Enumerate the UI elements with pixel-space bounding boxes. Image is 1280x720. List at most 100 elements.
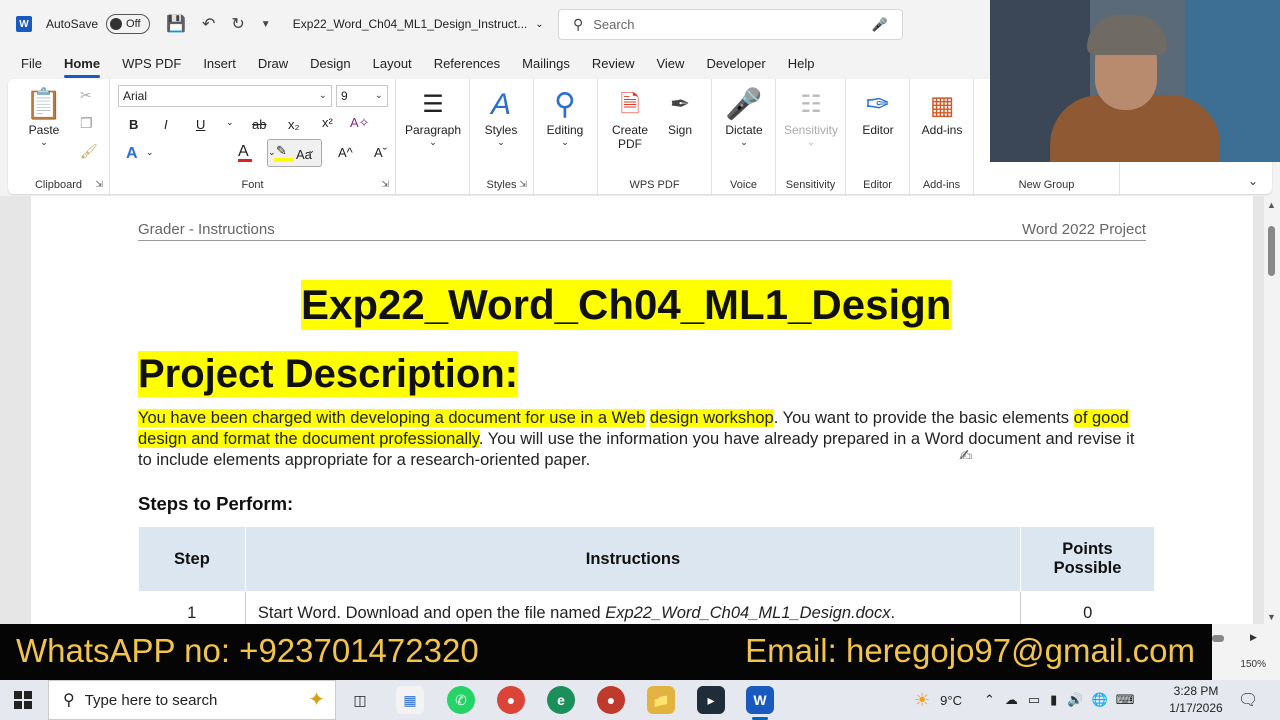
- search-box[interactable]: ⚲ Search 🎤: [558, 9, 903, 40]
- create-pdf-button[interactable]: 🗎 Create PDF: [606, 87, 654, 151]
- tab-home[interactable]: Home: [53, 56, 111, 78]
- collapse-ribbon-icon[interactable]: ⌄: [1248, 174, 1258, 188]
- text-effects-icon[interactable]: A: [126, 145, 138, 163]
- project-description-heading: Project Description:: [138, 351, 519, 397]
- tab-view[interactable]: View: [645, 56, 695, 71]
- system-clock[interactable]: 3:28 PM 1/17/2026: [1160, 683, 1232, 717]
- editing-button[interactable]: ⚲ Editing ⌄: [540, 87, 590, 148]
- copy-icon[interactable]: ❐: [80, 115, 93, 132]
- tab-developer[interactable]: Developer: [695, 56, 776, 71]
- usb-icon[interactable]: ▮: [1050, 692, 1057, 708]
- format-painter-icon[interactable]: 🖌: [80, 143, 98, 160]
- tab-file[interactable]: File: [0, 56, 53, 71]
- document-title[interactable]: Exp22_Word_Ch04_ML1_Design_Instruct...: [293, 17, 528, 31]
- wps-app-icon[interactable]: ▸: [697, 686, 725, 714]
- font-family-select[interactable]: Arial ⌄: [118, 85, 332, 107]
- customize-quick-access-icon[interactable]: ▼: [261, 19, 271, 30]
- windows-start-icon[interactable]: [14, 691, 32, 709]
- weather-icon[interactable]: ☀: [914, 690, 930, 711]
- horizontal-scrollbar-thumb[interactable]: [1212, 635, 1224, 642]
- globe-icon[interactable]: 🌐: [1092, 692, 1108, 708]
- redo-icon[interactable]: ↻: [231, 14, 244, 34]
- sign-button[interactable]: ✒ Sign: [658, 87, 702, 137]
- document-page[interactable]: Grader - Instructions Word 2022 Project …: [31, 196, 1253, 624]
- font-size-select[interactable]: 9 ⌄: [336, 85, 388, 107]
- page-header-right: Word 2022 Project: [1022, 221, 1146, 238]
- strikethrough-button[interactable]: ab: [252, 117, 266, 132]
- chrome-profile-icon[interactable]: ●: [597, 686, 625, 714]
- chevron-down-icon[interactable]: ⌄: [226, 117, 234, 128]
- scroll-right-icon[interactable]: ▶: [1250, 632, 1257, 643]
- whatsapp-icon[interactable]: ✆: [447, 686, 475, 714]
- cloud-icon[interactable]: ☁: [1005, 692, 1018, 708]
- tab-review[interactable]: Review: [581, 56, 646, 71]
- tab-help[interactable]: Help: [777, 56, 826, 71]
- task-view-icon[interactable]: ◫: [346, 686, 374, 714]
- taskbar-search[interactable]: ⚲ Type here to search ✦: [48, 680, 336, 720]
- weather-temp[interactable]: 9°C: [940, 693, 962, 708]
- dialog-launcher-icon[interactable]: ⇲: [381, 179, 389, 190]
- paragraph-text: . You want to provide the basic elements: [773, 409, 1074, 427]
- microphone-icon[interactable]: 🎤: [872, 17, 888, 33]
- search-icon: ⚲: [573, 16, 584, 32]
- italic-button[interactable]: I: [164, 117, 168, 132]
- word-taskbar-icon[interactable]: W: [746, 686, 774, 720]
- dialog-launcher-icon[interactable]: ⇲: [519, 179, 527, 190]
- subscript-button[interactable]: x₂: [288, 117, 300, 132]
- system-tray: ☀ 9°C ⌃ ☁ ▭ ▮ 🔊 🌐 ⌨: [914, 680, 1134, 720]
- sensitivity-button[interactable]: ☷ Sensitivity ⌄: [778, 87, 844, 148]
- store-icon[interactable]: ▦: [396, 686, 424, 714]
- dialog-launcher-icon[interactable]: ⇲: [95, 179, 103, 190]
- microphone-icon: 🎤: [725, 88, 763, 121]
- grow-font-button[interactable]: A^: [338, 145, 353, 160]
- scrollbar-thumb[interactable]: [1268, 226, 1275, 276]
- cut-icon[interactable]: ✂: [80, 87, 92, 104]
- tab-wps-pdf[interactable]: WPS PDF: [111, 56, 192, 71]
- font-color-icon[interactable]: A: [238, 143, 252, 162]
- styles-icon: A: [490, 88, 511, 121]
- step-instruction: Start Word. Download and open the file n…: [245, 591, 1022, 624]
- document-area[interactable]: Grader - Instructions Word 2022 Project …: [0, 196, 1264, 624]
- paste-button[interactable]: 📋 Paste ⌄: [22, 87, 66, 148]
- chevron-down-icon[interactable]: ⌄: [146, 147, 154, 158]
- shrink-font-button[interactable]: Aˇ: [374, 145, 387, 160]
- chevron-up-icon[interactable]: ⌃: [984, 692, 995, 708]
- taskbar: ⚲ Type here to search ✦ ◫ ▦ ✆ ● e ● 📁 ▸ …: [0, 680, 1280, 720]
- change-case-button[interactable]: Aa: [296, 147, 312, 162]
- underline-button[interactable]: U: [196, 117, 205, 132]
- wps-pdf-group-label: WPS PDF: [629, 179, 680, 191]
- vertical-scrollbar[interactable]: ▲ ▼: [1264, 196, 1280, 624]
- paragraph-button[interactable]: ☰ Paragraph ⌄: [402, 87, 464, 148]
- styles-button[interactable]: A Styles ⌄: [476, 87, 526, 148]
- scroll-up-icon[interactable]: ▲: [1267, 200, 1276, 210]
- chrome-icon[interactable]: ●: [497, 686, 525, 714]
- tab-design[interactable]: Design: [299, 56, 361, 71]
- autosave-toggle[interactable]: Off: [106, 14, 151, 34]
- undo-icon[interactable]: ↶: [202, 14, 215, 34]
- tab-mailings[interactable]: Mailings: [511, 56, 581, 71]
- chevron-down-icon[interactable]: ⌄: [535, 19, 543, 30]
- edge-icon[interactable]: e: [547, 686, 575, 714]
- scroll-down-icon[interactable]: ▼: [1267, 612, 1276, 622]
- highlighter-icon: ✎: [276, 143, 287, 158]
- bold-button[interactable]: B: [129, 117, 138, 132]
- tab-insert[interactable]: Insert: [192, 56, 247, 71]
- tab-draw[interactable]: Draw: [247, 56, 299, 71]
- chevron-down-icon[interactable]: ⌄: [268, 147, 276, 158]
- zoom-level[interactable]: 150%: [1240, 659, 1266, 670]
- presenter-cap: [1087, 15, 1167, 55]
- notifications-icon[interactable]: 🗨: [1238, 690, 1258, 710]
- save-icon[interactable]: 💾: [166, 14, 186, 34]
- clear-formatting-icon[interactable]: A✧: [350, 115, 370, 131]
- dictate-button[interactable]: 🎤 Dictate ⌄: [718, 87, 770, 148]
- superscript-button[interactable]: x²: [322, 115, 333, 130]
- addins-button[interactable]: ▦ Add-ins: [916, 87, 968, 137]
- file-explorer-icon[interactable]: 📁: [647, 686, 675, 714]
- editor-button[interactable]: ✑ Editor: [852, 87, 904, 137]
- volume-icon[interactable]: 🔊: [1067, 692, 1083, 708]
- keyboard-icon[interactable]: ⌨: [1116, 692, 1135, 708]
- hard-drive-icon[interactable]: ▭: [1028, 692, 1040, 708]
- font-group-label: Font: [241, 179, 264, 191]
- tab-layout[interactable]: Layout: [362, 56, 423, 71]
- tab-references[interactable]: References: [423, 56, 511, 71]
